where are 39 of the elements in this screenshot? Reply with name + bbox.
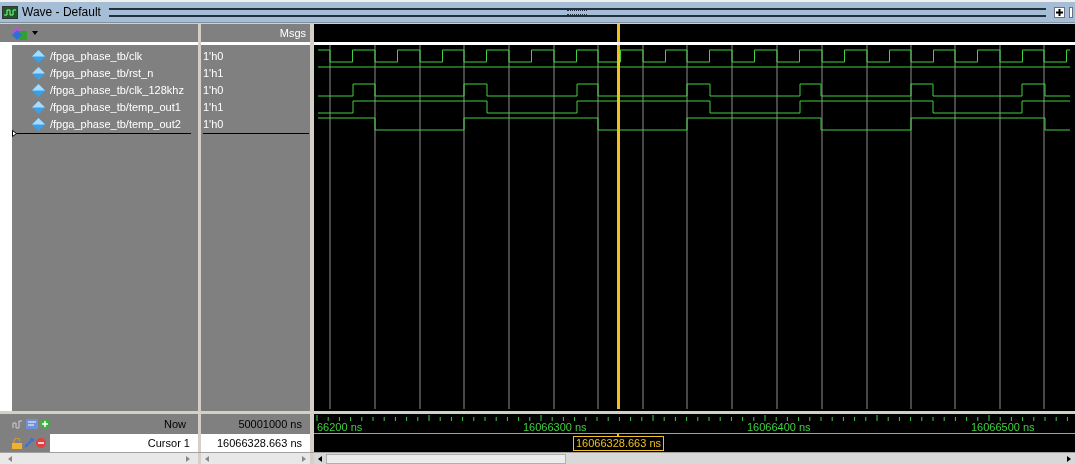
signal-name[interactable]: /fpga_phase_tb/rst_n	[50, 65, 154, 82]
scroll-right-icon[interactable]	[1067, 455, 1071, 462]
signal-icon	[32, 118, 45, 131]
insertion-marker-icon	[12, 130, 17, 137]
signal-value: 1'h0	[203, 83, 224, 99]
signal-icon	[32, 50, 45, 63]
signal-icon	[32, 101, 45, 114]
undock-icon[interactable]	[1069, 6, 1073, 18]
signal-icon	[32, 84, 45, 97]
signal-value: 1'h0	[203, 49, 224, 65]
signal-name[interactable]: /fpga_phase_tb/clk_128khz	[50, 82, 184, 99]
waveform-add-icon[interactable]	[12, 419, 24, 429]
lock-icon[interactable]	[12, 437, 22, 449]
remove-cursor-icon[interactable]	[36, 438, 46, 448]
signal-value: 1'h1	[203, 100, 224, 116]
add-cursor-icon[interactable]	[40, 419, 50, 429]
scroll-thumb[interactable]	[326, 453, 566, 464]
wave-window-icon	[2, 5, 18, 19]
time-label: 66200 ns	[317, 421, 363, 434]
signal-value: 1'h1	[203, 66, 224, 82]
time-label: 16066500 ns	[971, 421, 1035, 434]
column-header: Msgs	[279, 25, 306, 41]
signal-value: 1'h0	[203, 117, 224, 133]
signal-name[interactable]: /fpga_phase_tb/temp_out2	[50, 116, 181, 133]
list-icon[interactable]	[26, 419, 38, 429]
caret-icon[interactable]	[32, 31, 38, 35]
time-label: 16066300 ns	[523, 421, 587, 434]
signal-name[interactable]: /fpga_phase_tb/temp_out1	[50, 99, 181, 116]
time-label: 16066400 ns	[747, 421, 811, 434]
cursor-line	[617, 24, 620, 42]
cursor-time-flag: 16066328.663 ns	[573, 436, 665, 451]
window-title: Wave - Default	[22, 4, 101, 21]
cursor-value: 16066328.663 ns	[216, 435, 302, 451]
signal-name[interactable]: /fpga_phase_tb/clk	[50, 48, 143, 65]
now-label: Now	[164, 416, 186, 432]
scroll-left-icon[interactable]	[318, 455, 322, 462]
now-value: 50001000 ns	[238, 416, 302, 432]
signal-icon	[32, 67, 45, 80]
expand-icon[interactable]	[1054, 6, 1065, 18]
